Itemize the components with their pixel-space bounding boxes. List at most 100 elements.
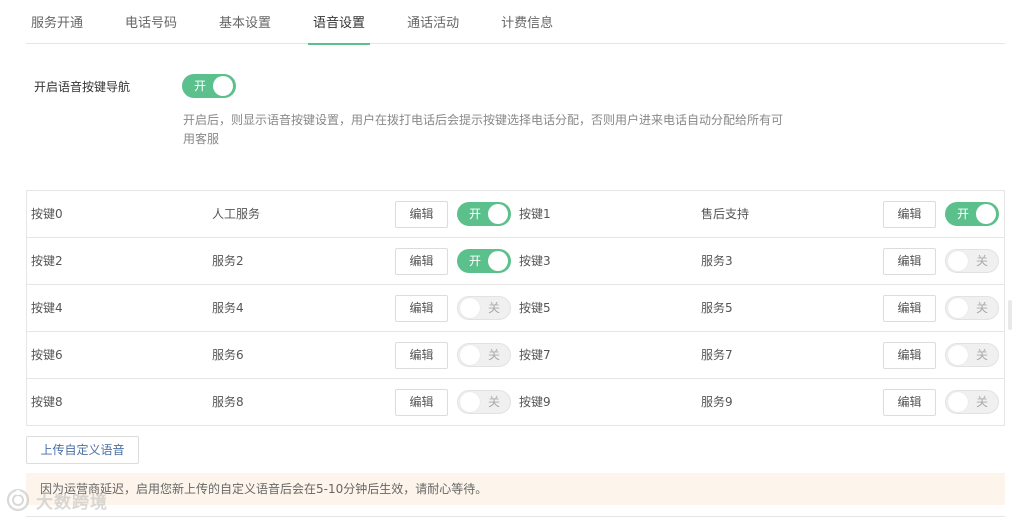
key-enable-toggle[interactable]: 开 [457,249,511,273]
edit-button[interactable]: 编辑 [395,342,448,369]
edit-cell: 编辑 [395,201,448,228]
edit-button[interactable]: 编辑 [395,295,448,322]
toggle-knob [460,298,480,318]
table-row: 按键4 服务4 编辑 关 按键5 服务5 编辑 关 [27,285,1004,332]
edit-cell: 编辑 [883,201,936,228]
service-name: 服务4 [212,301,244,315]
toggle-state-label: 关 [487,395,500,409]
voice-nav-row: 开启语音按键导航 开 [34,74,236,98]
key-label: 按键8 [31,395,63,409]
toggle-state-label: 关 [975,254,988,268]
service-name: 售后支持 [701,207,750,221]
key-label: 按键2 [31,254,63,268]
tab-basic-settings[interactable]: 基本设置 [214,0,276,44]
key-label: 按键6 [31,348,63,362]
toggle-knob [213,76,233,96]
edit-cell: 编辑 [883,342,936,369]
service-name: 服务6 [212,348,244,362]
toggle-cell: 关 [457,390,511,417]
watermark: 大数跨境 [6,486,108,514]
key-label: 按键5 [519,301,551,315]
voice-nav-label: 开启语音按键导航 [34,79,131,94]
toggle-cell: 开 [945,202,999,229]
toggle-state-label: 关 [975,348,988,362]
key-label: 按键3 [519,254,551,268]
notice-banner: 因为运营商延迟，启用您新上传的自定义语音后会在5-10分钟后生效，请耐心等待。 [26,473,1005,505]
toggle-knob [948,345,968,365]
edit-button[interactable]: 编辑 [883,248,936,275]
tab-bar: 服务开通 电话号码 基本设置 语音设置 通话活动 计费信息 [26,0,1005,45]
upload-custom-voice-button[interactable]: 上传自定义语音 [26,436,139,464]
service-name: 服务7 [701,348,733,362]
toggle-cell: 关 [945,343,999,370]
table-row: 按键8 服务8 编辑 关 按键9 服务9 编辑 关 [27,379,1004,426]
service-name: 服务5 [701,301,733,315]
key-enable-toggle[interactable]: 关 [945,296,999,320]
table-row: 按键6 服务6 编辑 关 按键7 服务7 编辑 关 [27,332,1004,379]
edit-button[interactable]: 编辑 [883,201,936,228]
toggle-cell: 开 [457,202,511,229]
voice-nav-toggle[interactable]: 开 [182,74,236,98]
watermark-text: 大数跨境 [36,492,108,513]
toggle-knob [976,204,996,224]
edit-button[interactable]: 编辑 [883,389,936,416]
toggle-state-label: 关 [487,348,500,362]
key-label: 按键1 [519,207,551,221]
toggle-state-label: 开 [194,79,207,93]
toggle-knob [488,204,508,224]
edit-cell: 编辑 [395,342,448,369]
service-name: 服务3 [701,254,733,268]
edit-cell: 编辑 [883,295,936,322]
key-enable-toggle[interactable]: 开 [945,202,999,226]
edit-cell: 编辑 [883,248,936,275]
toggle-cell: 开 [457,249,511,276]
tab-phone-number[interactable]: 电话号码 [120,0,182,44]
key-settings-table: 按键0 人工服务 编辑开按键1 售后支持 编辑开按键2 服务2 编辑开按键3 服务3 编辑关按键… [26,190,1005,426]
key-enable-toggle[interactable]: 关 [457,296,511,320]
key-label: 按键9 [519,395,551,409]
scroll-handle[interactable] [1008,300,1012,330]
edit-cell: 编辑 [883,389,936,416]
toggle-state-label: 关 [487,301,500,315]
key-label: 按键7 [519,348,551,362]
key-label: 按键4 [31,301,63,315]
toggle-state-label: 关 [975,301,988,315]
toggle-state-label: 开 [957,207,970,221]
edit-button[interactable]: 编辑 [883,342,936,369]
toggle-knob [460,345,480,365]
service-name: 服务2 [212,254,244,268]
toggle-knob [948,392,968,412]
edit-cell: 编辑 [395,295,448,322]
key-enable-toggle[interactable]: 关 [457,390,511,414]
service-name: 服务9 [701,395,733,409]
watermark-logo-icon [6,488,30,512]
edit-button[interactable]: 编辑 [395,389,448,416]
service-name: 服务8 [212,395,244,409]
service-name: 人工服务 [212,207,261,221]
toggle-cell: 关 [457,296,511,323]
key-enable-toggle[interactable]: 关 [945,343,999,367]
toggle-state-label: 关 [975,395,988,409]
toggle-state-label: 开 [469,254,482,268]
key-enable-toggle[interactable]: 开 [457,202,511,226]
toggle-knob [488,251,508,271]
key-enable-toggle[interactable]: 关 [945,249,999,273]
voice-nav-description: 开启后，则显示语音按键设置，用户在拨打电话后会提示按键选择电话分配，否则用户进来… [183,113,784,146]
toggle-knob [948,298,968,318]
toggle-knob [460,392,480,412]
edit-button[interactable]: 编辑 [883,295,936,322]
toggle-cell: 关 [457,343,511,370]
toggle-cell: 关 [945,296,999,323]
table-row: 按键0 人工服务 编辑 开 按键1 售后支持 编辑 开 [27,191,1004,238]
tab-call-activity[interactable]: 通话活动 [402,0,464,44]
tab-voice-settings[interactable]: 语音设置 [308,0,371,45]
key-enable-toggle[interactable]: 关 [945,390,999,414]
toggle-state-label: 开 [469,207,482,221]
tab-billing-info[interactable]: 计费信息 [496,0,558,44]
edit-button[interactable]: 编辑 [395,248,448,275]
key-enable-toggle[interactable]: 关 [457,343,511,367]
toggle-cell: 关 [945,249,999,276]
edit-button[interactable]: 编辑 [395,201,448,228]
toggle-cell: 关 [945,390,999,417]
tab-service-activation[interactable]: 服务开通 [26,0,88,44]
